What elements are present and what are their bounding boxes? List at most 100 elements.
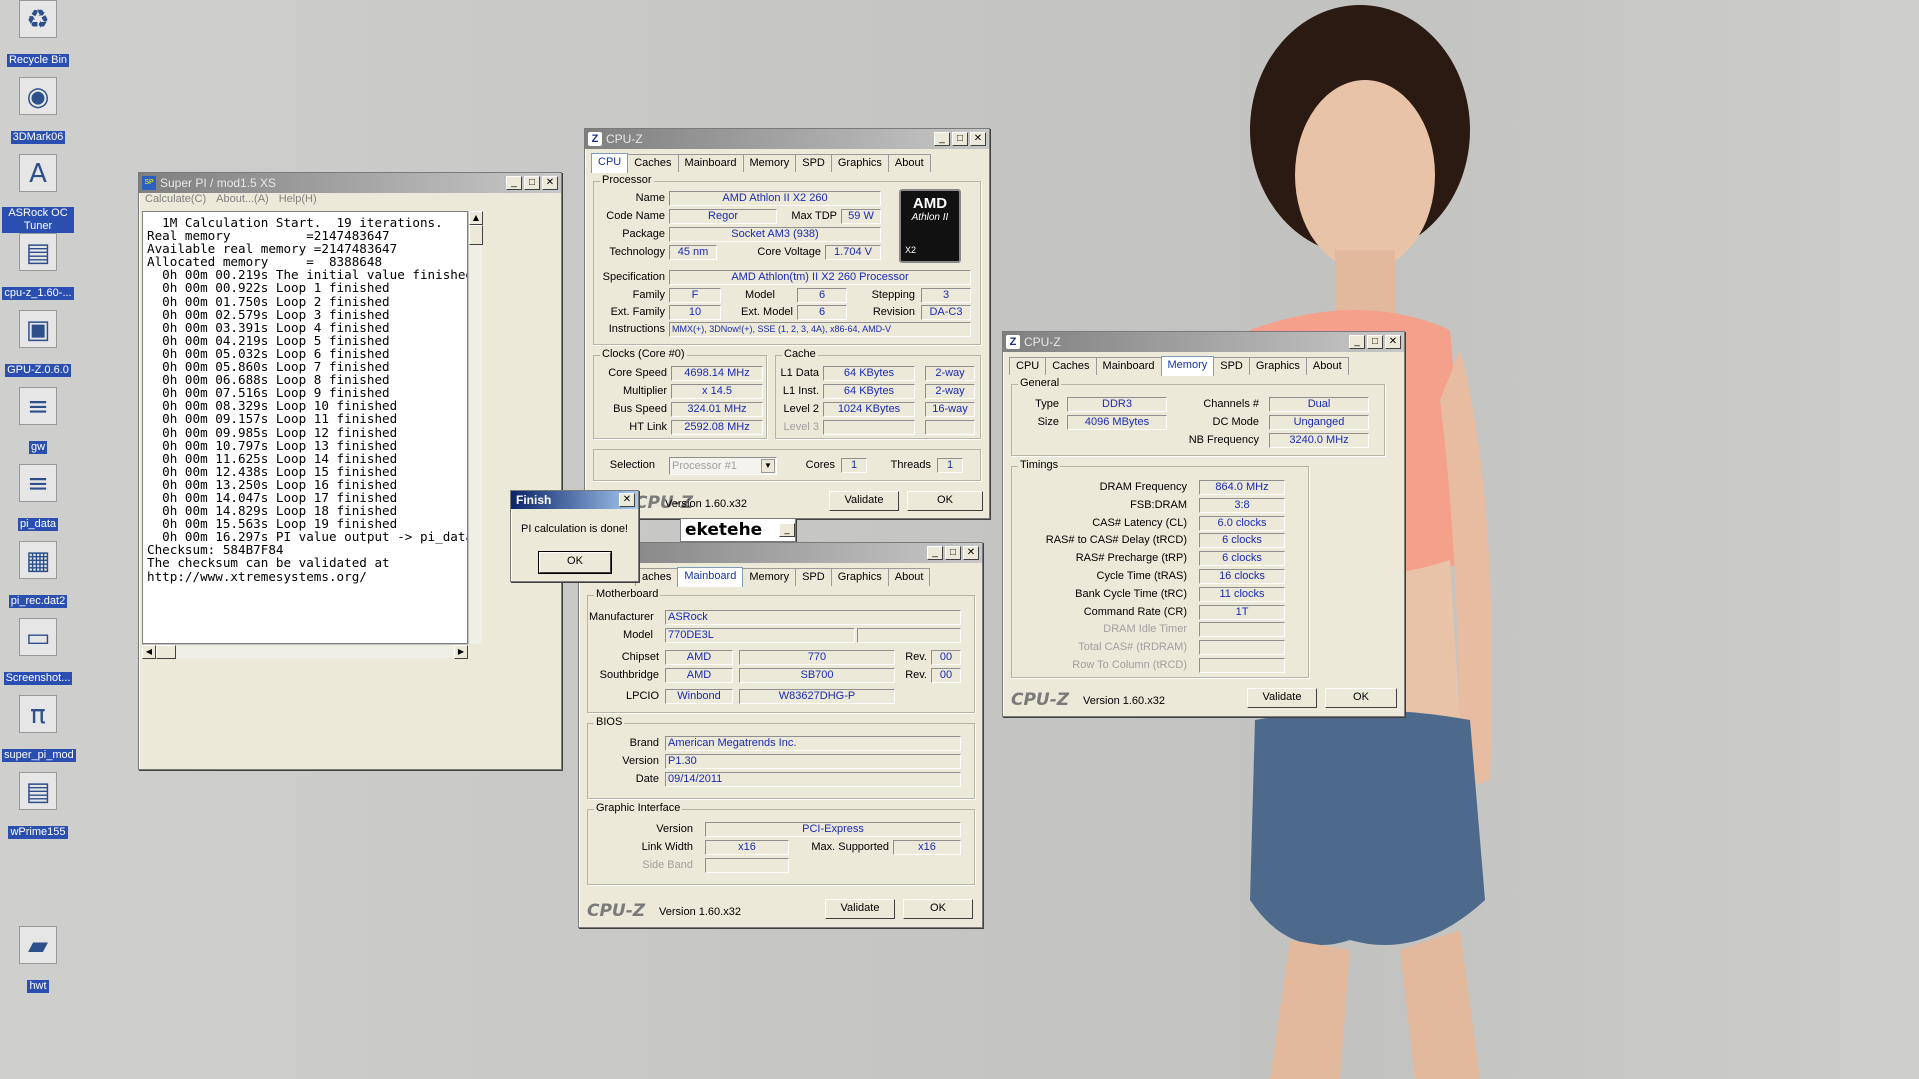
desktop-icon[interactable]: ≡ gw [2, 387, 74, 454]
desktop-icon[interactable]: π super_pi_mod [2, 695, 76, 762]
validate-button[interactable]: Validate [825, 899, 895, 919]
horizontal-scrollbar[interactable]: ◀ ▶ [142, 644, 468, 659]
maximize-button[interactable]: □ [945, 546, 961, 560]
tab-aches[interactable]: aches [635, 568, 679, 586]
tab-about[interactable]: About [887, 154, 931, 172]
desktop-icon[interactable]: A ASRock OC Tuner [2, 154, 74, 233]
tab-memory[interactable]: Memory [742, 154, 797, 172]
desktop-icon[interactable]: ▤ wPrime155 [2, 772, 74, 839]
gpu-z-icon: ▣ [19, 310, 57, 348]
close-button[interactable]: ✕ [542, 176, 558, 190]
scroll-left-icon[interactable]: ◀ [142, 645, 156, 659]
tab-caches[interactable]: Caches [627, 154, 679, 172]
timing-value [1199, 640, 1285, 656]
superpi-app-icon: SP [142, 176, 156, 190]
tab-spd[interactable]: SPD [795, 568, 832, 586]
menu-help[interactable]: Help(H) [279, 193, 317, 209]
manufacturer-value: ASRock [665, 610, 961, 625]
htlink-label: HT Link [629, 421, 667, 433]
finish-ok-button[interactable]: OK [538, 551, 612, 574]
l1d-way: 2-way [925, 366, 975, 381]
vertical-scrollbar[interactable]: ▲ [468, 211, 483, 644]
desktop-icon[interactable]: ▰ hwt [2, 926, 74, 993]
l3-value [823, 420, 915, 435]
menu-calculate[interactable]: Calculate(C) [145, 193, 206, 209]
nbfreq-value: 3240.0 MHz [1269, 433, 1369, 448]
cores-label: Cores [805, 459, 835, 471]
desktop-icon[interactable]: ▣ GPU-Z.0.6.0 [2, 310, 74, 377]
timing-value: 6.0 clocks [1199, 515, 1285, 531]
monitor-icon: ▭ [19, 618, 57, 656]
output-line: 0h 00m 04.219s Loop 5 finished [147, 332, 390, 348]
codename-label: Code Name [606, 210, 665, 222]
timing-label: DRAM Frequency [1099, 481, 1187, 493]
desktop-icon[interactable]: ▭ Screenshot... [2, 618, 74, 685]
selection-dropdown[interactable]: Processor #1 ▼ [669, 457, 777, 475]
minimize-button[interactable]: _ [934, 132, 950, 146]
minimize-button[interactable]: _ [927, 546, 943, 560]
extmodel-label: Ext. Model [741, 306, 793, 318]
revision-value: DA-C3 [921, 305, 971, 320]
tab-spd[interactable]: SPD [1213, 357, 1250, 375]
tab-about[interactable]: About [1305, 357, 1349, 375]
ok-button[interactable]: OK [903, 899, 973, 919]
timing-label: Total CAS# (tRDRAM) [1078, 641, 1187, 654]
tab-cpu[interactable]: CPU [591, 153, 629, 173]
close-button[interactable]: ✕ [1385, 335, 1401, 349]
scroll-right-icon[interactable]: ▶ [454, 645, 468, 659]
minimize-button[interactable]: _ [506, 176, 522, 190]
timing-value: 3:8 [1199, 497, 1285, 513]
tab-about[interactable]: About [887, 568, 931, 586]
tab-memory[interactable]: Memory [742, 568, 797, 586]
tab-spd[interactable]: SPD [795, 154, 832, 172]
close-button[interactable]: ✕ [963, 546, 979, 560]
desktop-icon[interactable]: ▤ cpu-z_1.60-... [2, 233, 74, 300]
desktop-icon[interactable]: ≡ pi_data [2, 464, 74, 531]
cpuz-titlebar[interactable]: Z CPU-Z _ □ ✕ [585, 129, 989, 149]
tab-graphics[interactable]: Graphics [1248, 357, 1307, 375]
scroll-thumb[interactable] [469, 225, 483, 245]
tab-bar: CPU Caches Mainboard Memory SPD Graphics About [585, 149, 989, 174]
finish-message: PI calculation is done! [520, 523, 628, 535]
desktop-icon[interactable]: ▦ pi_rec.dat2 [2, 541, 74, 608]
ok-button[interactable]: OK [1325, 688, 1397, 708]
lpcio-label: LPCIO [625, 690, 659, 702]
ok-button[interactable]: OK [907, 491, 983, 511]
tab-graphics[interactable]: Graphics [830, 154, 889, 172]
menu-about[interactable]: About...(A) [216, 193, 269, 209]
minimize-button[interactable]: _ [779, 523, 795, 537]
close-button[interactable]: ✕ [970, 132, 986, 146]
superpi-titlebar[interactable]: SP Super PI / mod1.5 XS _ □ ✕ [139, 173, 561, 193]
voltage-value: 1.704 V [825, 245, 881, 260]
maximize-button[interactable]: □ [1367, 335, 1383, 349]
eketehe-window: eketehe _ [680, 518, 796, 542]
text-file-icon: ≡ [19, 464, 57, 502]
tab-mainboard[interactable]: Mainboard [677, 567, 744, 587]
tab-memory[interactable]: Memory [1160, 356, 1215, 376]
tab-mainboard[interactable]: Mainboard [677, 154, 744, 172]
maxsupported-label: Max. Supported [811, 841, 889, 853]
family-value: F [669, 288, 721, 303]
validate-button[interactable]: Validate [829, 491, 899, 511]
close-button[interactable]: ✕ [619, 493, 635, 507]
maximize-button[interactable]: □ [952, 132, 968, 146]
desktop-icon-label: cpu-z_1.60-... [2, 287, 74, 300]
tech-value: 45 nm [669, 245, 717, 260]
chipset-label: Chipset [621, 651, 659, 663]
tab-cpu[interactable]: CPU [1009, 357, 1047, 375]
scroll-up-icon[interactable]: ▲ [469, 211, 483, 225]
tab-graphics[interactable]: Graphics [830, 568, 889, 586]
tab-caches[interactable]: Caches [1045, 357, 1097, 375]
cpuz-titlebar[interactable]: Z CPU-Z _ □ ✕ [1003, 332, 1404, 352]
validate-button[interactable]: Validate [1247, 688, 1317, 708]
tab-mainboard[interactable]: Mainboard [1095, 357, 1162, 375]
finish-titlebar[interactable]: Finish ✕ [511, 491, 638, 509]
desktop-icon[interactable]: ◉ 3DMark06 [2, 77, 74, 144]
maximize-button[interactable]: □ [524, 176, 540, 190]
chevron-down-icon[interactable]: ▼ [761, 459, 775, 473]
l3-way [925, 420, 975, 435]
cpuz-titlebar[interactable]: _ □ ✕ [579, 543, 982, 563]
hscroll-thumb[interactable] [156, 645, 176, 659]
minimize-button[interactable]: _ [1349, 335, 1365, 349]
desktop-icon[interactable]: ♻ Recycle Bin [2, 0, 74, 67]
